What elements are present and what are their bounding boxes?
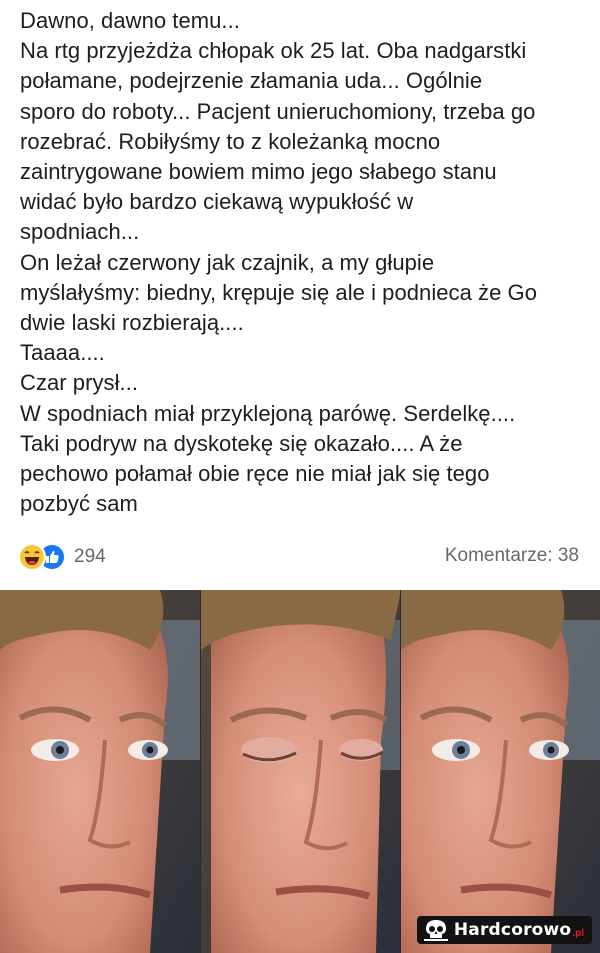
meme-panel-eyes-closed	[200, 590, 400, 953]
meme-panel-eyes-open	[400, 590, 600, 953]
post-text-line: pechowo połamał obie ręce nie miał jak s…	[20, 461, 490, 487]
post-text-line: Czar prysł...	[20, 370, 138, 396]
reactions-summary[interactable]: 294	[18, 541, 106, 573]
reaction-count: 294	[74, 546, 106, 567]
facebook-post: Dawno, dawno temu... Na rtg przyjeżdża c…	[0, 0, 600, 590]
comments-link[interactable]: Komentarze: 38	[445, 545, 579, 567]
skull-logo-icon	[423, 920, 448, 941]
post-text-line: dwie laski rozbierają....	[20, 310, 244, 336]
haha-icon	[18, 543, 46, 571]
post-text-line: myślałyśmy: biedny, krępuje się ale i po…	[20, 279, 537, 305]
post-text-line: rozebrać. Robiłyśmy to z koleżanką mocno	[20, 128, 441, 154]
post-text-line: Dawno, dawno temu...	[20, 8, 240, 33]
hardcorowo-watermark: Hardcorowo .pl	[416, 916, 592, 944]
post-text-line: widać było bardzo ciekawą wypukłość w	[20, 189, 414, 215]
post-text-line: połamane, podejrzenie złamania uda... Og…	[20, 68, 483, 94]
watermark-text: Hardcorowo	[453, 920, 572, 940]
post-text-line: pozbyć sam	[20, 491, 138, 517]
post-text-line: Na rtg przyjeżdża chłopak ok 25 lat. Oba…	[20, 38, 527, 64]
post-text-line: spodniach...	[20, 219, 140, 245]
post-text: Dawno, dawno temu... Na rtg przyjeżdża c…	[20, 6, 585, 519]
face-illustration	[401, 590, 600, 953]
post-text-line: On leżał czerwony jak czajnik, a my głup…	[20, 249, 435, 275]
blinking-guy-meme: Hardcorowo .pl	[0, 590, 600, 953]
face-illustration	[0, 590, 200, 953]
post-text-line: Taaaa....	[20, 340, 105, 366]
post-text-line: zaintrygowane bowiem mimo jego słabego s…	[20, 159, 497, 185]
post-text-line: sporo do roboty... Pacjent unieruchomion…	[20, 98, 536, 124]
meme-panel-eyes-open	[0, 590, 200, 953]
watermark-suffix: .pl	[572, 928, 584, 939]
face-illustration	[201, 590, 400, 953]
post-text-line: Taki podryw na dyskotekę się okazało....…	[20, 430, 463, 456]
post-text-line: W spodniach miał przyklejoną parówę. Ser…	[20, 400, 516, 426]
